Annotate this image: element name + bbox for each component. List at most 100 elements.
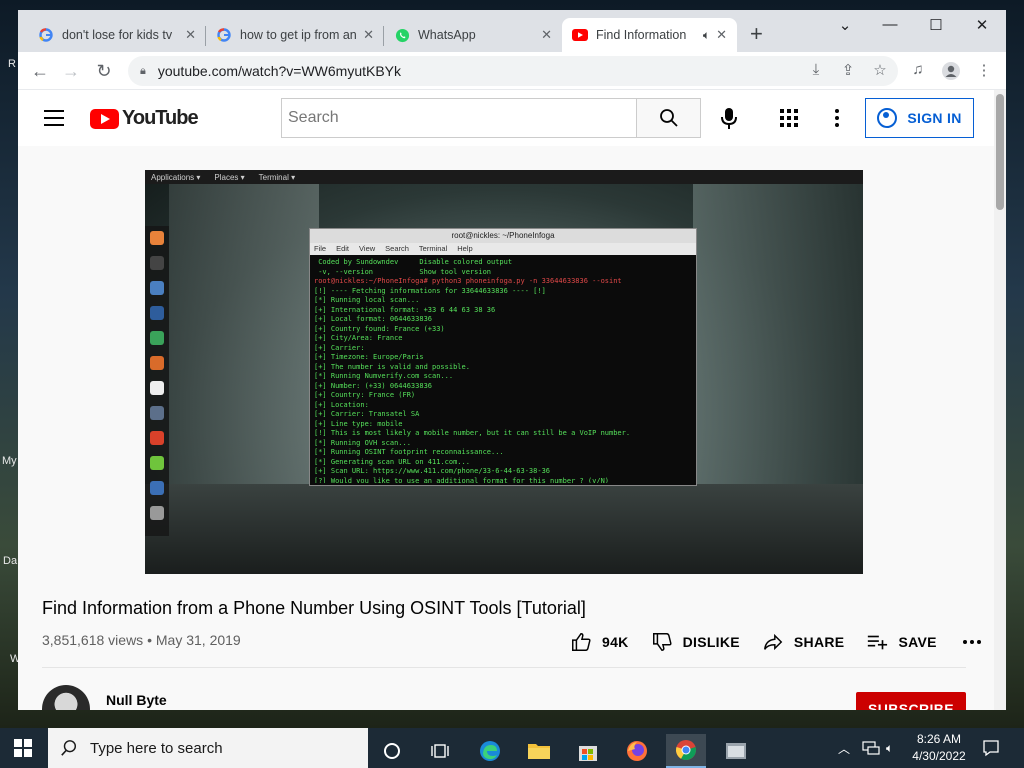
save-label: SAVE	[898, 634, 937, 650]
youtube-wordmark: YouTube	[122, 107, 199, 129]
settings-more-icon[interactable]	[835, 109, 839, 130]
share-button[interactable]: SHARE	[762, 631, 845, 653]
youtube-play-icon	[90, 108, 119, 129]
dislike-button[interactable]: DISLIKE	[651, 631, 740, 653]
video-terminal-window: root@nickles: ~/PhoneInfoga File Edit Vi…	[309, 228, 697, 486]
meta-separator: •	[147, 632, 156, 648]
search-box	[281, 98, 637, 138]
youtube-icon	[572, 27, 588, 43]
windows-taskbar: Type here to search ︿ 🔈︎ 8:26 AM 4/30/20…	[0, 728, 1024, 768]
search-icon	[659, 109, 678, 127]
more-actions-icon[interactable]	[962, 640, 981, 644]
desktop-icon-label[interactable]: R	[8, 58, 16, 70]
share-label: SHARE	[793, 634, 845, 650]
terminal-output: Coded by Sundowndev Disable colored outp…	[310, 255, 696, 483]
video-actions: 94K DISLIKE SHARE SAVE	[570, 628, 981, 656]
taskbar-search[interactable]: Type here to search	[48, 728, 368, 768]
chrome-icon[interactable]	[666, 734, 706, 768]
like-count: 94K	[602, 634, 629, 650]
show-hidden-icons[interactable]: ︿	[838, 728, 850, 768]
close-icon[interactable]: ✕	[716, 27, 727, 43]
browser-menu-icon[interactable]: ⋮	[973, 61, 995, 79]
search-button[interactable]	[637, 98, 701, 138]
video-desktop-menu: Places ▾	[214, 172, 245, 182]
apps-grid-icon[interactable]	[780, 109, 798, 127]
terminal-menu: File Edit View Search Terminal Help	[310, 243, 696, 255]
clock-date: 4/30/2022	[912, 749, 966, 763]
voice-search-button[interactable]	[718, 106, 740, 135]
store-icon[interactable]	[568, 734, 608, 768]
terminal-menu-item: View	[359, 244, 376, 253]
url-text: youtube.com/watch?v=WW6myutKBYk	[157, 63, 402, 79]
windows-start-icon[interactable]	[14, 739, 32, 757]
reload-button[interactable]: ↻	[92, 60, 116, 82]
sign-in-button[interactable]: SIGN IN	[865, 98, 974, 138]
video-player[interactable]: Applications ▾ Places ▾ Terminal ▾ root@…	[145, 170, 863, 574]
media-control-icon[interactable]: ♫	[907, 61, 929, 78]
google-icon	[216, 27, 232, 43]
video-desktop-menu: Applications ▾	[151, 172, 201, 182]
tab-whatsapp[interactable]: WhatsApp ✕	[384, 18, 562, 52]
address-bar[interactable]: 🔒︎ youtube.com/watch?v=WW6myutKBYk	[128, 56, 898, 86]
search-input[interactable]	[288, 109, 636, 127]
share-arrow-icon	[763, 633, 783, 651]
cortana-icon[interactable]	[372, 734, 412, 768]
video-title: Find Information from a Phone Number Usi…	[42, 598, 586, 618]
divider	[42, 667, 966, 668]
app-window-icon[interactable]	[716, 734, 756, 768]
forward-button[interactable]: →	[59, 60, 83, 82]
desktop-icon-label[interactable]: My	[2, 455, 17, 467]
search-icon	[61, 740, 77, 756]
scrollbar-thumb[interactable]	[996, 94, 1004, 210]
terminal-line: [+] City/Area: France	[314, 334, 403, 342]
sign-in-label: SIGN IN	[907, 110, 962, 126]
new-tab-button[interactable]: +	[750, 23, 763, 45]
terminal-line: root@nickles:~/PhoneInfoga# python3 phon…	[314, 277, 622, 285]
browser-toolbar: ← → ↻ 🔒︎ youtube.com/watch?v=WW6myutKBYk…	[18, 52, 1006, 90]
like-button[interactable]: 94K	[570, 631, 629, 653]
task-view-icon[interactable]	[420, 734, 460, 768]
tab-youtube[interactable]: Find Information 🔈︎ ✕	[562, 18, 737, 52]
close-window-button[interactable]: ✕	[967, 16, 997, 34]
lock-icon[interactable]: 🔒︎	[140, 65, 146, 78]
close-icon[interactable]: ✕	[541, 27, 552, 43]
dislike-label: DISLIKE	[682, 634, 740, 650]
channel-avatar[interactable]	[42, 685, 90, 710]
volume-icon[interactable]: 🔈︎	[886, 728, 893, 768]
firefox-icon[interactable]	[617, 734, 657, 768]
network-icon[interactable]	[862, 728, 880, 768]
tab-title: how to get ip from an	[240, 28, 357, 42]
desktop-icon-label[interactable]: Da	[3, 555, 17, 567]
speaker-icon[interactable]: 🔈︎	[703, 28, 710, 43]
back-button[interactable]: ←	[28, 60, 52, 82]
terminal-line: [+] Number: (+33) 0644633836	[314, 381, 433, 390]
terminal-line: [+] Scan URL: https://www.411.com/phone/…	[314, 467, 551, 475]
profile-icon[interactable]	[940, 61, 962, 85]
tab-google-ip[interactable]: how to get ip from an ✕	[206, 18, 384, 52]
tab-google-kids[interactable]: don't lose for kids tv ✕	[28, 18, 206, 52]
terminal-line: [+] Carrier:	[314, 343, 365, 352]
share-icon[interactable]: ⇪	[837, 61, 859, 79]
edge-icon[interactable]	[470, 734, 510, 768]
maximize-button[interactable]: ☐	[921, 16, 951, 34]
tab-search-icon[interactable]: ⌄	[830, 16, 860, 34]
youtube-logo[interactable]: YouTube	[90, 107, 199, 130]
close-icon[interactable]: ✕	[185, 27, 196, 43]
file-explorer-icon[interactable]	[519, 734, 559, 768]
page-scrollbar[interactable]	[994, 90, 1006, 710]
minimize-button[interactable]: —	[875, 16, 905, 33]
terminal-line: [*] Running local scan...	[314, 296, 420, 304]
notifications-icon[interactable]	[982, 728, 1000, 768]
playlist-add-icon	[868, 635, 888, 650]
close-icon[interactable]: ✕	[363, 27, 374, 43]
save-button[interactable]: SAVE	[866, 631, 936, 653]
subscribe-button[interactable]: SUBSCRIBE	[856, 692, 966, 710]
bookmark-star-icon[interactable]: ☆	[869, 61, 891, 79]
whatsapp-icon	[394, 27, 410, 43]
taskbar-search-placeholder: Type here to search	[90, 739, 223, 757]
terminal-line: [+] International format: +33 6 44 63 38…	[314, 305, 496, 314]
channel-name[interactable]: Null Byte	[106, 692, 167, 708]
install-app-icon[interactable]: ⤓	[805, 61, 827, 78]
menu-icon[interactable]	[44, 110, 64, 131]
system-clock[interactable]: 8:26 AM 4/30/2022	[906, 731, 972, 765]
